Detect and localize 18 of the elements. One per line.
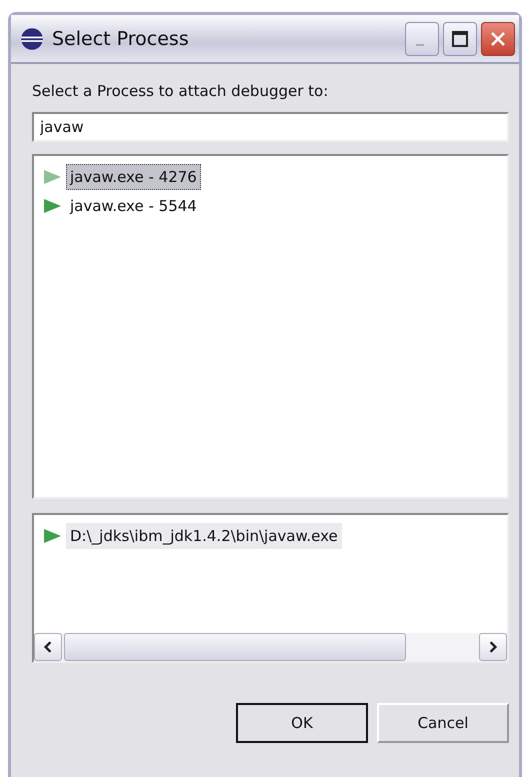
process-item[interactable]: javaw.exe - 4276 xyxy=(66,164,201,190)
close-button[interactable] xyxy=(481,22,515,56)
dialog-button[interactable]: Cancel xyxy=(377,703,509,743)
sphere-icon xyxy=(20,26,44,50)
minimize-icon xyxy=(416,44,424,46)
play-icon xyxy=(42,198,62,214)
maximize-icon xyxy=(450,28,470,48)
horizontal-scrollbar[interactable] xyxy=(34,633,507,661)
play-icon xyxy=(42,528,62,544)
path-item[interactable]: D:\_jdks\ibm_jdk1.4.2\bin\javaw.exe xyxy=(66,522,342,548)
maximize-button[interactable] xyxy=(443,22,477,56)
window-title: Select Process xyxy=(52,28,190,50)
scroll-thumb[interactable] xyxy=(64,633,406,661)
process-item[interactable]: javaw.exe - 5544 xyxy=(66,192,201,218)
prompt-label: Select a Process to attach debugger to: xyxy=(32,82,330,100)
filter-field[interactable]: javaw xyxy=(32,112,509,142)
dialog-button[interactable]: OK xyxy=(236,703,368,743)
play-icon xyxy=(42,168,62,184)
